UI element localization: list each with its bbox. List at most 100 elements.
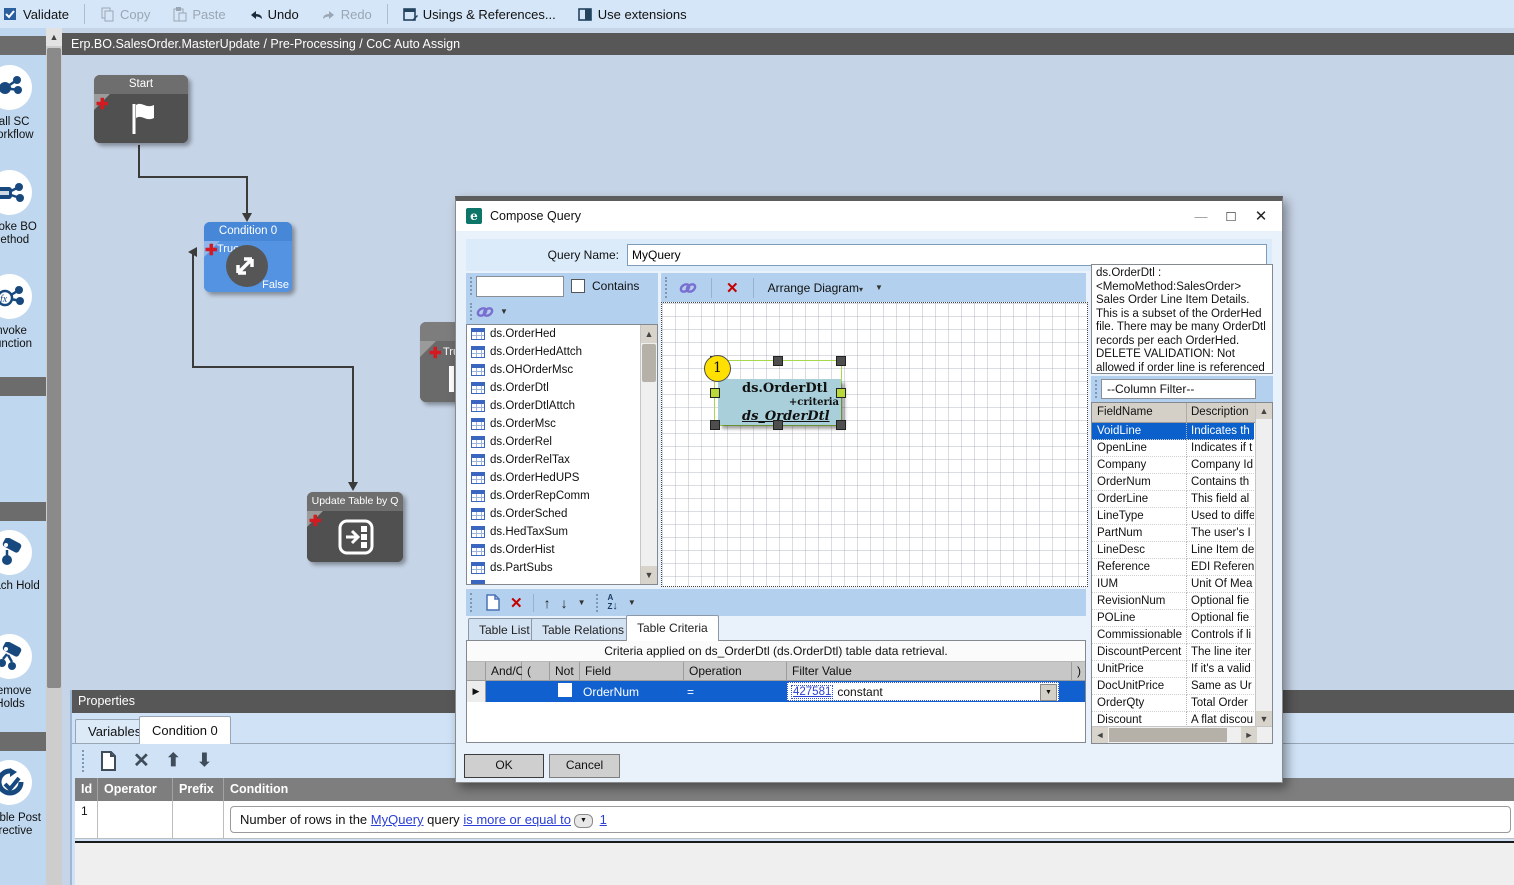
table-list-item[interactable]: ds.OrderRelTax (467, 451, 657, 469)
table-list-item[interactable]: ds.OrderDtl (467, 379, 657, 397)
add-connection-icon[interactable]: ✚ (96, 100, 109, 110)
resize-handle[interactable] (773, 420, 783, 430)
enable-post-directive-button[interactable] (0, 760, 32, 805)
delete-table-button[interactable]: ✕ (726, 279, 739, 297)
resize-handle[interactable] (773, 356, 783, 366)
table-list-item[interactable]: ds.OrderHedAttch (467, 343, 657, 361)
resize-handle[interactable] (836, 356, 846, 366)
resize-handle[interactable] (710, 420, 720, 430)
condition-value-link[interactable]: 1 (600, 812, 607, 827)
field-row[interactable]: ReferenceEDI Referen (1092, 559, 1272, 576)
resize-handle[interactable] (710, 388, 720, 398)
filter-value-link[interactable]: 427581 (791, 685, 833, 699)
table-list-item[interactable]: ds.OrderHist (467, 541, 657, 559)
delete-criteria-button[interactable]: ✕ (510, 594, 523, 612)
table-list-scrollbar[interactable]: ▲ ▼ (640, 325, 657, 584)
field-row[interactable]: LineDescLine Item de (1092, 542, 1272, 559)
tab-table-list[interactable]: Table List (468, 618, 541, 641)
table-list-item[interactable]: ds.OrderRel (467, 433, 657, 451)
remove-holds-button[interactable] (0, 634, 32, 679)
table-list-item[interactable]: ds.OrderMsc (467, 415, 657, 433)
table-search-input[interactable] (476, 276, 564, 297)
move-down-button[interactable]: ⬇ (197, 750, 212, 771)
field-row[interactable]: PartNumThe user's I (1092, 525, 1272, 542)
column-filter-combo[interactable]: --Column Filter-- (1101, 379, 1256, 399)
arrange-diagram-button[interactable]: Arrange Diagram▾ (768, 281, 863, 295)
scroll-up-icon[interactable]: ▲ (641, 325, 657, 343)
sidebar-scrollbar[interactable]: ▲ (46, 28, 62, 885)
field-row[interactable]: CompanyCompany Id (1092, 457, 1272, 474)
field-row[interactable]: UnitPriceIf it's a valid (1092, 661, 1272, 678)
validate-button[interactable]: Validate (0, 0, 78, 28)
scroll-left-icon[interactable]: ◄ (1092, 727, 1108, 743)
table-list-item[interactable]: ds.OrderDtlAttch (467, 397, 657, 415)
dropdown-caret-icon[interactable]: ▼ (500, 307, 508, 316)
field-row[interactable]: VoidLineIndicates th (1092, 423, 1272, 440)
undo-button[interactable]: Undo (239, 0, 308, 28)
filter-value-dropdown-icon[interactable]: ▼ (1040, 684, 1057, 701)
scroll-down-icon[interactable]: ▼ (641, 566, 657, 584)
invoke-bo-method-button[interactable] (0, 170, 32, 215)
row-selector-icon[interactable]: ▶ (467, 681, 486, 702)
table-list-item[interactable]: ds.OrderRepComm (467, 487, 657, 505)
move-up-button[interactable]: ↑ (544, 595, 551, 611)
tab-condition-0[interactable]: Condition 0 (139, 716, 231, 744)
field-row[interactable]: OrderNumContains th (1092, 474, 1272, 491)
not-checkbox[interactable] (558, 683, 572, 697)
field-row[interactable]: RevisionNumOptional fie (1092, 593, 1272, 610)
operator-dropdown-icon[interactable]: ▼ (574, 814, 593, 828)
criteria-operation[interactable]: = (684, 685, 787, 699)
update-table-node[interactable]: Update Table by Q ✚ (307, 492, 403, 562)
table-list-item[interactable]: ds.OrderHedUPS (467, 469, 657, 487)
query-table-node[interactable]: ds.OrderDtl +criteria ds_OrderDtl (718, 379, 841, 425)
scrollbar-thumb[interactable] (1109, 728, 1227, 742)
new-criteria-button[interactable] (486, 594, 500, 611)
add-connection-icon[interactable]: ✚ (309, 517, 322, 527)
invoke-function-button[interactable]: fx (0, 274, 32, 319)
resize-handle[interactable] (836, 388, 846, 398)
field-grid-vscrollbar[interactable]: ▲ ▼ (1255, 403, 1272, 727)
field-row[interactable]: OpenLineIndicates if t (1092, 440, 1272, 457)
maximize-icon[interactable]: □ (1216, 208, 1246, 225)
sort-az-button[interactable]: AZ↓ (608, 594, 618, 611)
dialog-titlebar[interactable]: e Compose Query — □ ✕ (456, 201, 1282, 231)
field-row[interactable]: POLineOptional fie (1092, 610, 1272, 627)
dropdown-caret-icon[interactable]: ▼ (875, 283, 883, 292)
start-node[interactable]: Start ✚ (94, 75, 188, 143)
condition-query-link[interactable]: MyQuery (371, 812, 424, 827)
palette-group-bar[interactable] (0, 732, 46, 751)
palette-group-bar[interactable] (0, 377, 46, 396)
close-icon[interactable]: ✕ (1246, 207, 1276, 225)
filter-value-combo[interactable]: 427581 constant ▼ (787, 682, 1059, 701)
usings-references-button[interactable]: Usings & References... (394, 0, 565, 28)
paste-button[interactable]: Paste (163, 0, 234, 28)
use-extensions-button[interactable]: Use extensions (569, 0, 696, 28)
query-table-criteria-link[interactable]: +criteria (789, 397, 839, 408)
field-grid-header-name[interactable]: FieldName (1092, 403, 1187, 422)
add-connection-icon[interactable]: ✚ (429, 349, 442, 359)
redo-button[interactable]: Redo (312, 0, 381, 28)
table-list-item-partial[interactable] (467, 577, 657, 585)
condition-node[interactable]: Condition 0 ✚ True False (204, 222, 292, 292)
field-grid-hscrollbar[interactable]: ◄ ► (1092, 726, 1273, 743)
scroll-right-icon[interactable]: ► (1241, 727, 1257, 743)
scrollbar-thumb[interactable] (47, 48, 61, 688)
field-row[interactable]: LineTypeUsed to diffe (1092, 508, 1272, 525)
table-list-item[interactable]: ds.OrderHed (467, 325, 657, 343)
call-sc-workflow-button[interactable] (0, 65, 32, 110)
palette-group-bar[interactable] (0, 36, 46, 55)
query-name-input[interactable] (627, 244, 1267, 266)
contains-checkbox[interactable] (571, 279, 585, 293)
criteria-field[interactable]: OrderNum (580, 685, 684, 699)
attach-hold-button[interactable] (0, 530, 32, 575)
table-list-item[interactable]: ds.HedTaxSum (467, 523, 657, 541)
minimize-icon[interactable]: — (1186, 209, 1216, 224)
field-row[interactable]: OrderLineThis field al (1092, 491, 1272, 508)
condition-operator-link[interactable]: is more or equal to (463, 812, 571, 827)
table-list-item[interactable]: ds.PartSubs (467, 559, 657, 577)
cancel-button[interactable]: Cancel (549, 754, 620, 778)
copy-button[interactable]: Copy (91, 0, 159, 28)
field-row[interactable]: DocUnitPriceSame as Ur (1092, 678, 1272, 695)
criteria-row[interactable]: ▶ OrderNum = 427581 constant ▼ (467, 681, 1085, 702)
move-down-button[interactable]: ↓ (561, 595, 568, 611)
